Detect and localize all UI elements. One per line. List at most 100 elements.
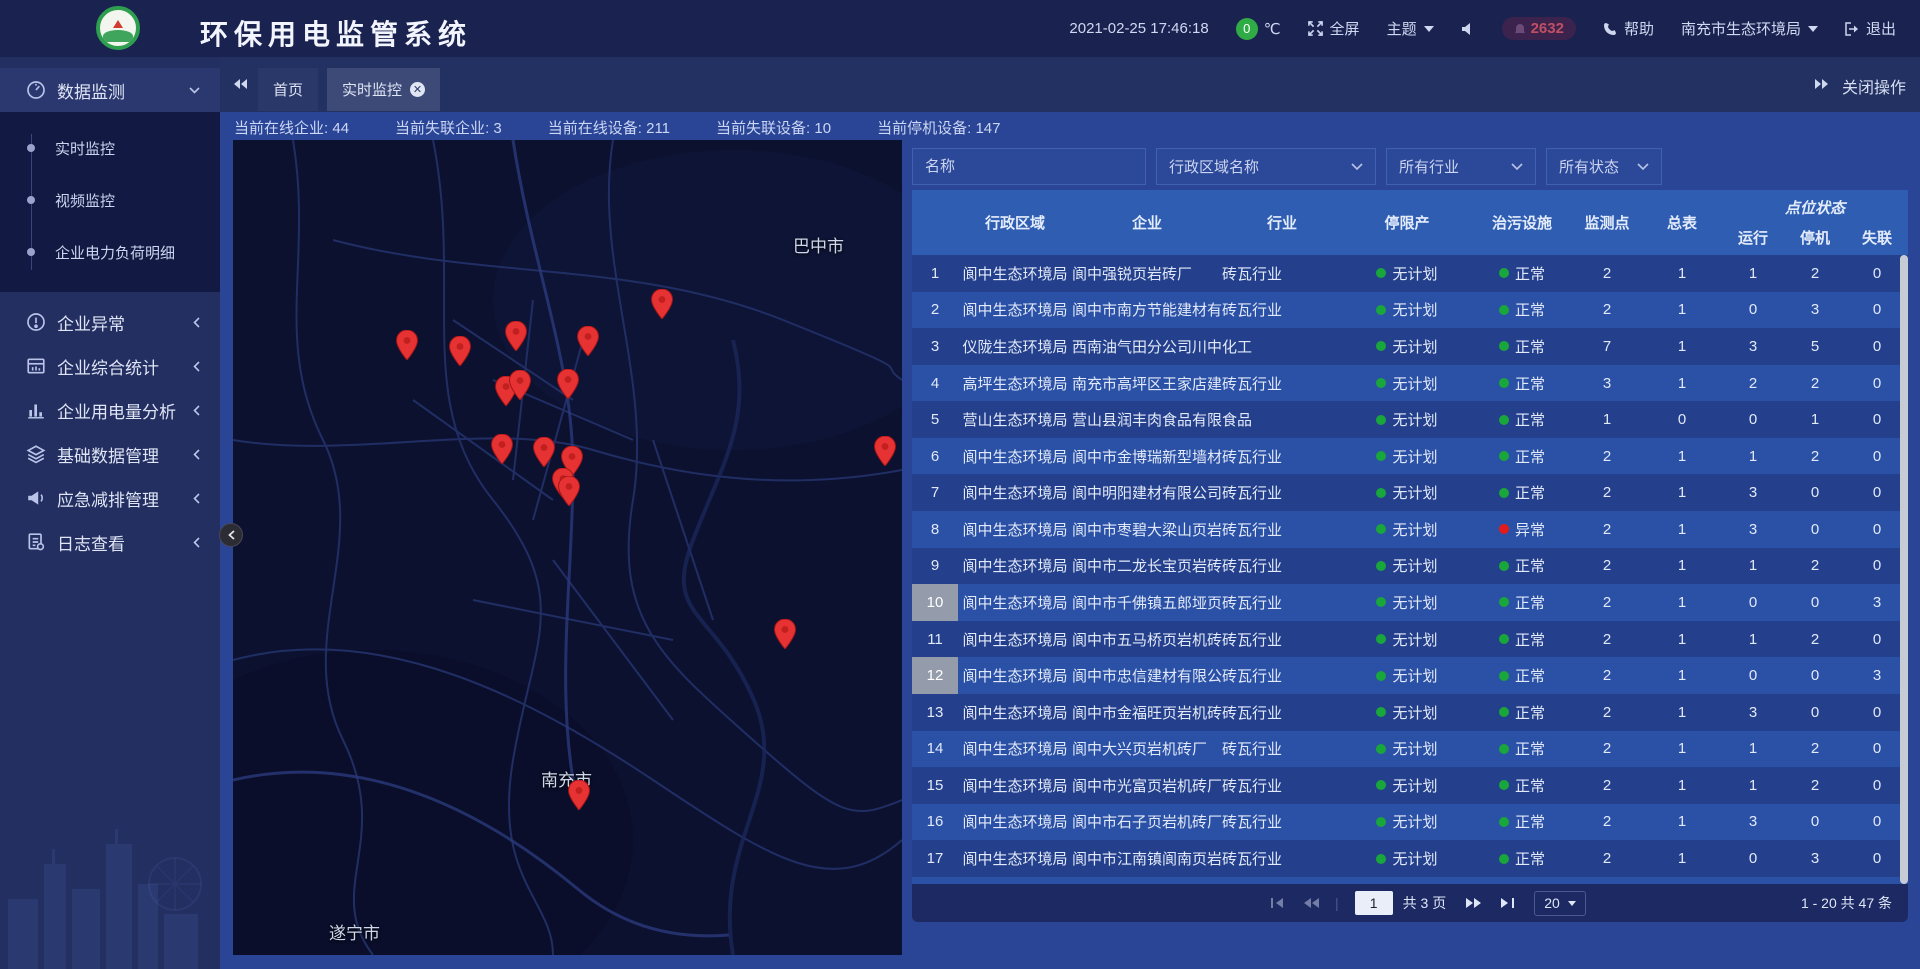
tab-home[interactable]: 首页 [258,68,318,111]
enterprise-table-panel: 行政区域名称 所有行业 所有状态 行政区域 企业 行业 停限产 治污设施 监测点… [912,148,1908,922]
facility-status-dot [1499,451,1509,461]
close-operations-button[interactable]: 关闭操作 [1842,74,1906,98]
table-row[interactable]: 17 阆中生态环境局 阆中市江南镇阆南页岩 砖瓦行业 无计划 正常 2 1 0 … [912,840,1908,877]
sidebar-collapse-button[interactable] [219,523,243,547]
cell-lost: 0 [1846,548,1908,585]
page-size-select[interactable]: 20 [1534,891,1586,916]
table-row[interactable]: 6 阆中生态环境局 阆中市金博瑞新型墙材 砖瓦行业 无计划 正常 2 1 1 2… [912,438,1908,475]
table-row[interactable]: 14 阆中生态环境局 阆中大兴页岩机砖厂 砖瓦行业 无计划 正常 2 1 1 2… [912,731,1908,768]
sidebar-item-enterprise-statistics[interactable]: 企业综合统计 [0,344,220,388]
sidebar-item-realtime-monitor[interactable]: 实时监控 [0,122,220,174]
map-pin-icon[interactable] [774,619,796,649]
table-row[interactable]: 12 阆中生态环境局 阆中市忠信建材有限公 砖瓦行业 无计划 正常 2 1 0 … [912,657,1908,694]
map-pin-icon[interactable] [509,370,531,400]
cell-limit: 无计划 [1342,694,1472,731]
cell-run: 0 [1722,401,1784,438]
help-button[interactable]: 帮助 [1603,18,1654,39]
sidebar-item-log-view[interactable]: 日志查看 [0,520,220,564]
row-number: 3 [912,328,958,365]
map-pin-icon[interactable] [558,476,580,506]
chevron-left-icon [193,317,200,328]
log-document-icon [26,532,46,552]
table-row[interactable]: 9 阆中生态环境局 阆中市二龙长宝页岩砖 砖瓦行业 无计划 正常 2 1 1 2… [912,548,1908,585]
tab-realtime-monitor[interactable]: 实时监控 ✕ [327,68,440,111]
notification-badge[interactable]: 2632 [1502,17,1576,40]
row-number: 18 [912,877,958,884]
first-page-icon[interactable] [1270,897,1285,909]
sidebar-item-video-monitor[interactable]: 视频监控 [0,174,220,226]
chevron-down-icon [1808,26,1818,32]
cell-stop: 0 [1784,694,1846,731]
name-filter-input[interactable] [912,148,1146,185]
cell-monitor: 2 [1572,474,1642,511]
table-row[interactable]: 7 阆中生态环境局 阆中明阳建材有限公司 砖瓦行业 无计划 正常 2 1 3 0… [912,474,1908,511]
cell-run: 3 [1722,694,1784,731]
row-number: 10 [912,584,958,621]
cell-run: 0 [1722,657,1784,694]
next-page-icon[interactable] [1465,897,1482,909]
region-filter-select[interactable]: 行政区域名称 [1156,148,1376,185]
table-row[interactable]: 2 阆中生态环境局 阆中市南方节能建材有 砖瓦行业 无计划 正常 2 1 0 3… [912,292,1908,329]
facility-status-dot [1499,305,1509,315]
map-pin-icon[interactable] [505,321,527,351]
status-filter-select[interactable]: 所有状态 [1546,148,1662,185]
table-row[interactable]: 5 营山生态环境局 营山县润丰肉食品有限 食品 无计划 正常 1 0 0 1 0 [912,401,1908,438]
chevron-down-icon [1637,163,1649,171]
cell-limit: 无计划 [1342,621,1472,658]
table-row[interactable]: 16 阆中生态环境局 阆中市石子页岩机砖厂 砖瓦行业 无计划 正常 2 1 3 … [912,804,1908,841]
tab-bar: 首页 实时监控 ✕ 关闭操作 [220,57,1920,112]
fullscreen-button[interactable]: 全屏 [1308,18,1360,39]
table-row[interactable]: 10 阆中生态环境局 阆中市千佛镇五郎垭页岩 砖瓦行业 无计划 正常 2 1 0… [912,584,1908,621]
table-row[interactable]: 15 阆中生态环境局 阆中市光富页岩机砖厂 砖瓦行业 无计划 正常 2 1 1 … [912,767,1908,804]
sidebar-item-enterprise-abnormal[interactable]: 企业异常 [0,300,220,344]
table-row[interactable]: 13 阆中生态环境局 阆中市金福旺页岩机砖 砖瓦行业 无计划 正常 2 1 3 … [912,694,1908,731]
cell-region: 营山生态环境局 [958,401,1072,438]
map-pin-icon[interactable] [557,369,579,399]
status-dot-green [1376,780,1386,790]
logout-button[interactable]: 退出 [1845,18,1896,39]
table-row[interactable]: 3 仪陇生态环境局 西南油气田分公司川中 化工 无计划 正常 7 1 3 5 0 [912,328,1908,365]
table-row[interactable]: 1 阆中生态环境局 阆中强锐页岩砖厂 砖瓦行业 无计划 正常 2 1 1 2 0 [912,255,1908,292]
tabs-scroll-right-icon[interactable] [1814,77,1828,95]
close-tab-icon[interactable]: ✕ [410,82,425,97]
map-panel[interactable]: 巴中市 南充市 遂宁市 [233,140,902,955]
prev-page-icon[interactable] [1303,897,1320,909]
app-logo [96,6,140,50]
facility-status-dot [1499,378,1509,388]
last-page-icon[interactable] [1500,897,1515,909]
industry-filter-select[interactable]: 所有行业 [1386,148,1536,185]
map-pin-icon[interactable] [533,437,555,467]
org-dropdown[interactable]: 南充市生态环境局 [1681,18,1818,39]
cell-total: 1 [1642,292,1722,329]
map-pin-icon[interactable] [396,330,418,360]
map-pin-icon[interactable] [651,289,673,319]
sidebar-item-emergency-reduction[interactable]: 应急减排管理 [0,476,220,520]
map-pin-icon[interactable] [874,436,896,466]
table-row[interactable]: 11 阆中生态环境局 阆中市五马桥页岩机砖 砖瓦行业 无计划 正常 2 1 1 … [912,621,1908,658]
cell-monitor: 2 [1572,584,1642,621]
sidebar-item-data-monitor[interactable]: 数据监测 [0,68,220,112]
table-row[interactable]: 8 阆中生态环境局 阆中市枣碧大梁山页岩 砖瓦行业 无计划 异常 2 1 3 0… [912,511,1908,548]
speaker-button[interactable] [1461,22,1475,36]
sidebar-item-basic-data[interactable]: 基础数据管理 [0,432,220,476]
cell-lost: 0 [1846,621,1908,658]
status-dot-green [1376,415,1386,425]
map-pin-icon[interactable] [577,326,599,356]
theme-dropdown[interactable]: 主题 [1387,18,1434,39]
chevron-left-icon [193,405,200,416]
row-number: 12 [912,657,958,694]
map-pin-icon[interactable] [449,336,471,366]
tabs-scroll-left-icon[interactable] [234,77,248,95]
cell-company: 阆中大兴页岩机砖厂 [1072,731,1222,768]
phone-icon [1603,22,1617,36]
cell-industry: 食品 [1222,401,1342,438]
map-pin-icon[interactable] [568,780,590,810]
page-input[interactable] [1355,891,1393,915]
table-scrollbar[interactable] [1900,255,1908,884]
table-row[interactable]: 18 南部生态环境局 南部县瑞华古建有限公 砖瓦行业 无计划 正常 2 1 0 … [912,877,1908,884]
sidebar-item-power-analysis[interactable]: 企业用电量分析 [0,388,220,432]
chevron-down-icon [1568,901,1576,906]
sidebar-item-power-load-detail[interactable]: 企业电力负荷明细 [0,226,220,278]
map-pin-icon[interactable] [491,434,513,464]
table-row[interactable]: 4 高坪生态环境局 南充市高坪区王家店建 砖瓦行业 无计划 正常 3 1 2 2… [912,365,1908,402]
